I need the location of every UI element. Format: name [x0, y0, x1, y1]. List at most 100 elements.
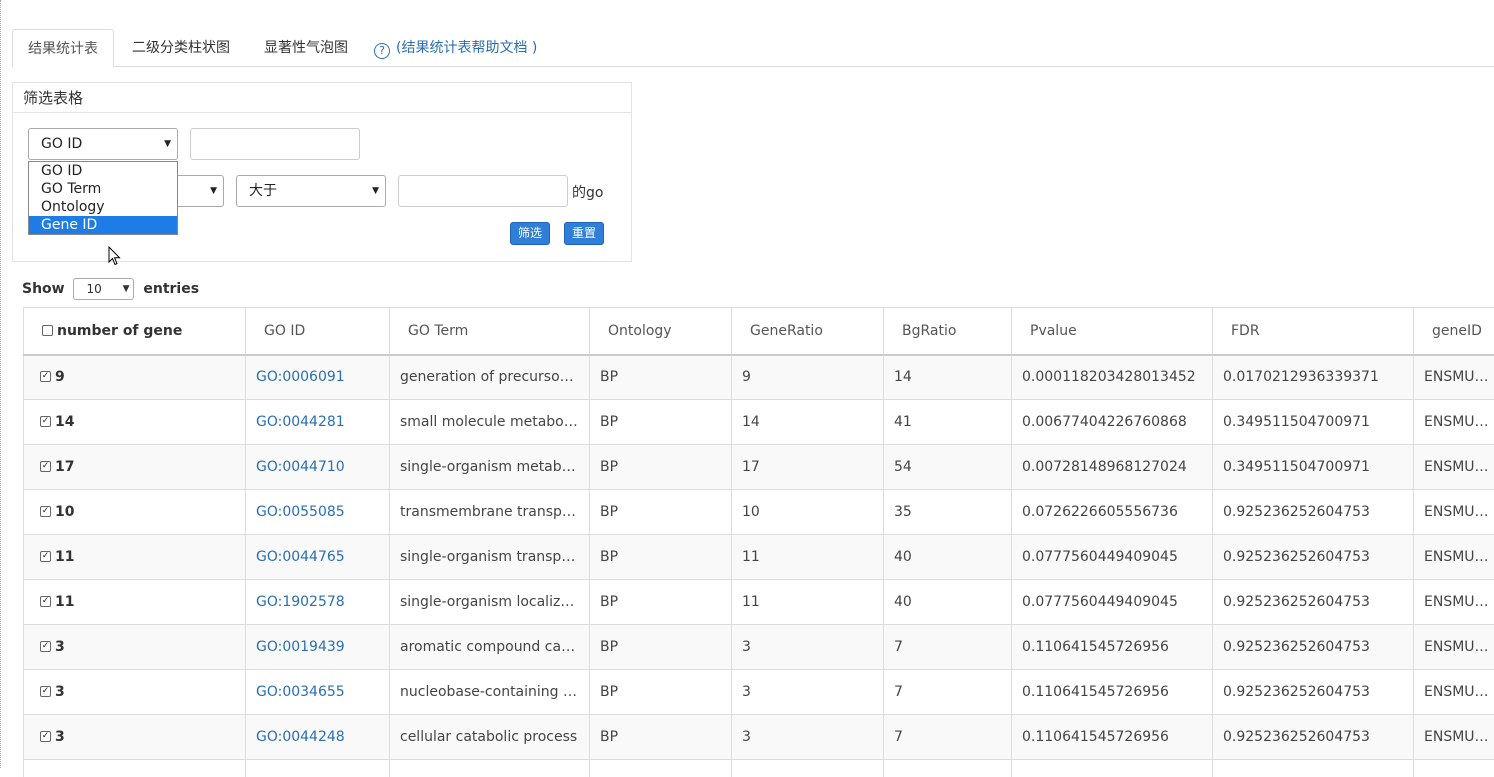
- threshold-input[interactable]: [398, 175, 568, 207]
- cell-go-term: small molecule metaboli...: [390, 400, 590, 445]
- cell-bgratio: 41: [884, 400, 1012, 445]
- field-select-dropdown: GO ID GO Term Ontology Gene ID: [28, 161, 178, 235]
- cell-bgratio: 7: [884, 715, 1012, 760]
- cell-pvalue-text: 0.00677404226760868: [1022, 414, 1187, 430]
- cell-ontology-text: BP: [600, 414, 618, 430]
- field-select[interactable]: GO ID ▼: [28, 128, 178, 160]
- go-id-link[interactable]: GO:0006091: [256, 369, 345, 385]
- cell-number-of-gene: 9: [24, 355, 246, 400]
- cell-number-of-gene-text: 3: [55, 729, 65, 745]
- cell-fdr-text: 0.349511504700971: [1223, 414, 1370, 430]
- cell-bgratio: 40: [884, 580, 1012, 625]
- select-all-checkbox[interactable]: [42, 325, 53, 336]
- column-header-ontology[interactable]: Ontology: [590, 308, 732, 355]
- cell-fdr: 0.349511504700971: [1213, 445, 1414, 490]
- tab-result-table[interactable]: 结果统计表: [12, 29, 114, 68]
- cell-ontology-text: BP: [600, 729, 618, 745]
- cell-generatio-text: 14: [742, 414, 760, 430]
- row-checkbox[interactable]: [40, 641, 51, 652]
- go-id-link[interactable]: GO:0044765: [256, 549, 345, 565]
- comparator-select[interactable]: 大于 ▼: [236, 175, 386, 207]
- row-checkbox[interactable]: [40, 371, 51, 382]
- cell-go-term-text: cellular catabolic process: [400, 729, 577, 745]
- cell-generatio: 11: [732, 535, 884, 580]
- cell-fdr-text: 0.0170212936339371: [1223, 369, 1379, 385]
- cell-bgratio: 35: [884, 490, 1012, 535]
- field-select-value: GO ID: [41, 136, 82, 152]
- cell-number-of-gene-text: 10: [55, 504, 74, 520]
- cell-pvalue: 0.0777560449409045: [1012, 535, 1213, 580]
- row-checkbox[interactable]: [40, 506, 51, 517]
- column-header-fdr[interactable]: FDR: [1213, 308, 1414, 355]
- row-checkbox[interactable]: [40, 731, 51, 742]
- question-circle-icon: ?: [374, 43, 390, 59]
- cell-generatio-text: 10: [742, 504, 760, 520]
- cell-fdr: 0.925236252604753: [1213, 535, 1414, 580]
- cell-pvalue-text: 0.110641545726956: [1022, 684, 1169, 700]
- length-select-value: 10: [86, 282, 101, 296]
- cell-number-of-gene: 10: [24, 490, 246, 535]
- tab-category-bar-chart[interactable]: 二级分类柱状图: [117, 29, 245, 67]
- go-id-link[interactable]: GO:0019439: [256, 639, 345, 655]
- cell-geneid-text: ENSMUSG: [1424, 414, 1494, 430]
- reset-button[interactable]: 重置: [564, 222, 604, 245]
- dropdown-option-go-term[interactable]: GO Term: [29, 180, 177, 198]
- dropdown-option-go-id[interactable]: GO ID: [29, 162, 177, 180]
- table-row: 17GO:0044710single-organism metabo...BP1…: [24, 445, 1494, 490]
- row-checkbox[interactable]: [40, 596, 51, 607]
- cell-go-id: GO:0019439: [246, 625, 390, 670]
- cell-bgratio-text: 35: [894, 504, 912, 520]
- results-table-container: number of gene GO ID GO Term Ontology Ge…: [23, 307, 1494, 777]
- help-link[interactable]: ?(结果统计表帮助文档 ): [359, 29, 552, 67]
- cell-geneid: ENSMUSG: [1414, 535, 1494, 580]
- filter-button[interactable]: 筛选: [510, 222, 550, 245]
- column-header-go-id[interactable]: GO ID: [246, 308, 390, 355]
- cell-generatio: 9: [732, 355, 884, 400]
- cell-bgratio: 7: [884, 670, 1012, 715]
- cell-pvalue-text: 0.110641545726956: [1022, 729, 1169, 745]
- column-header-bgratio[interactable]: BgRatio: [884, 308, 1012, 355]
- go-id-link[interactable]: GO:0044248: [256, 729, 345, 745]
- cell-bgratio: [884, 760, 1012, 777]
- cell-bgratio-text: 40: [894, 594, 912, 610]
- cell-geneid: ENSMUSG: [1414, 580, 1494, 625]
- cell-bgratio-text: 54: [894, 459, 912, 475]
- cell-number-of-gene-text: 3: [55, 684, 65, 700]
- cell-number-of-gene: 11: [24, 580, 246, 625]
- go-id-link[interactable]: GO:0044281: [256, 414, 345, 430]
- table-header-row: number of gene GO ID GO Term Ontology Ge…: [24, 308, 1494, 355]
- cell-generatio: 14: [732, 400, 884, 445]
- cell-fdr-text: 0.925236252604753: [1223, 684, 1370, 700]
- dropdown-option-ontology[interactable]: Ontology: [29, 198, 177, 216]
- cell-bgratio-text: 40: [894, 549, 912, 565]
- cell-fdr-text: 0.925236252604753: [1223, 729, 1370, 745]
- go-id-link[interactable]: GO:0044710: [256, 459, 345, 475]
- row-checkbox[interactable]: [40, 551, 51, 562]
- row-checkbox[interactable]: [40, 416, 51, 427]
- go-id-link[interactable]: GO:0034655: [256, 684, 345, 700]
- table-row: 3GO:0019439aromatic compound cata...BP37…: [24, 625, 1494, 670]
- column-header-pvalue[interactable]: Pvalue: [1012, 308, 1213, 355]
- dropdown-option-gene-id[interactable]: Gene ID: [29, 216, 177, 234]
- cell-bgratio: 40: [884, 535, 1012, 580]
- go-id-link[interactable]: GO:1902578: [256, 594, 345, 610]
- cell-pvalue: 0.000118203428013452: [1012, 355, 1213, 400]
- cell-pvalue: 0.0777560449409045: [1012, 580, 1213, 625]
- chevron-down-icon: ▼: [210, 176, 217, 206]
- cell-go-term: generation of precursor ...: [390, 355, 590, 400]
- row-checkbox[interactable]: [40, 461, 51, 472]
- field-value-input[interactable]: [190, 128, 360, 160]
- cell-go-term-text: single-organism transport: [400, 549, 581, 565]
- cell-go-term: aromatic compound cata...: [390, 625, 590, 670]
- column-header-generatio[interactable]: GeneRatio: [732, 308, 884, 355]
- row-checkbox[interactable]: [40, 686, 51, 697]
- cell-fdr-text: 0.925236252604753: [1223, 594, 1370, 610]
- tab-bubble-chart[interactable]: 显著性气泡图: [249, 29, 363, 67]
- column-header-geneid[interactable]: geneID: [1414, 308, 1494, 355]
- cell-number-of-gene: 3: [24, 715, 246, 760]
- length-select[interactable]: 10 ▼: [73, 278, 134, 300]
- table-row: 3GO:0034655nucleobase-containing c...BP3…: [24, 670, 1494, 715]
- go-id-link[interactable]: GO:0055085: [256, 504, 345, 520]
- column-header-go-term[interactable]: GO Term: [390, 308, 590, 355]
- column-header-number-of-gene[interactable]: number of gene: [24, 308, 246, 355]
